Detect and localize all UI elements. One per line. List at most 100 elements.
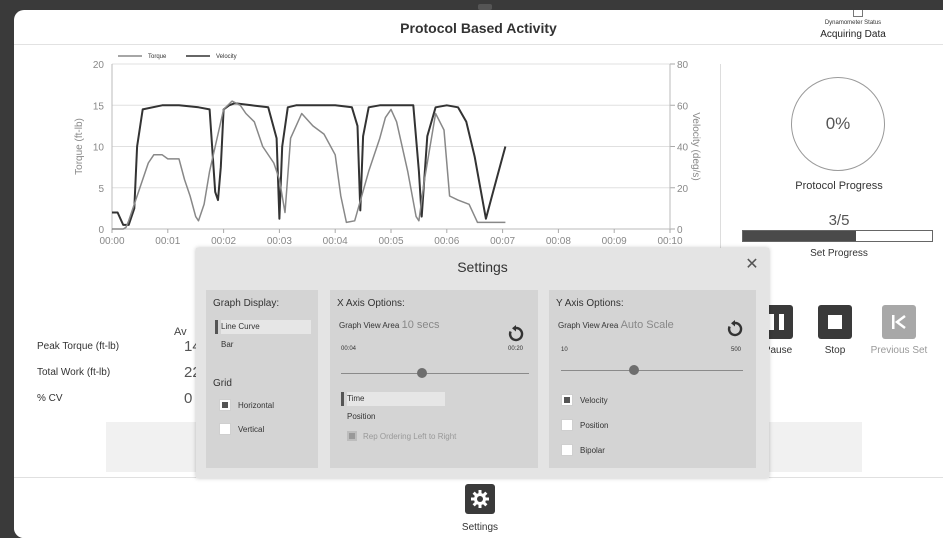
x-tick-label: 00:00 — [99, 236, 124, 246]
x-tick-label: 00:06 — [434, 236, 459, 246]
previous-set-label: Previous Set — [870, 345, 928, 356]
y-right-axis-label: Velocity (deg/s) — [690, 112, 701, 180]
y-bipolar-label: Bipolar — [580, 445, 605, 455]
y-right-tick-label: 20 — [677, 184, 689, 195]
y-bipolar-checkbox[interactable] — [561, 444, 573, 456]
grid-vertical-checkbox[interactable] — [219, 423, 231, 435]
stop-icon — [828, 315, 842, 329]
x-tick-label: 00:04 — [323, 236, 348, 246]
y-view-area: Graph View Area Auto Scale — [558, 319, 674, 331]
option-line-curve[interactable]: Line Curve — [215, 320, 311, 334]
settings-modal: Settings ✕ Graph Display: Line Curve Bar… — [196, 248, 769, 478]
metric-label-total-work: Total Work (ft-lb) — [37, 367, 111, 378]
grid-horizontal-row[interactable]: Horizontal — [219, 399, 274, 411]
y-left-tick-label: 20 — [93, 60, 105, 71]
close-icon[interactable]: ✕ — [743, 256, 761, 274]
metric-label-cv: % CV — [37, 393, 63, 404]
x-tick-label: 00:02 — [211, 236, 236, 246]
y-slider-min: 10 — [561, 347, 568, 353]
grid-horizontal-label: Horizontal — [238, 400, 275, 410]
dynamometer-status-value: Acquiring Data — [820, 29, 886, 40]
y-right-tick-label: 40 — [677, 143, 689, 154]
y-reset-icon[interactable] — [726, 320, 744, 338]
grid-vertical-row[interactable]: Vertical — [219, 423, 264, 435]
metrics-column-header: Av — [174, 326, 187, 338]
y-left-tick-label: 0 — [98, 225, 104, 236]
stop-button[interactable] — [818, 305, 852, 339]
x-slider-max: 00:20 — [508, 346, 524, 352]
y-velocity-checkbox[interactable] — [561, 394, 573, 406]
y-left-axis-label: Torque (ft-lb) — [74, 118, 85, 175]
x-axis-panel: X Axis Options: Graph View Area 10 secs … — [330, 290, 538, 468]
divider — [720, 64, 721, 259]
y-slider-thumb[interactable] — [628, 365, 639, 375]
y-position-row[interactable]: Position — [561, 419, 608, 431]
x-tick-label: 00:05 — [378, 236, 403, 246]
x-tick-label: 00:10 — [657, 236, 682, 246]
option-bar[interactable]: Bar — [221, 338, 233, 352]
x-view-area: Graph View Area 10 secs — [339, 319, 440, 331]
y-velocity-label: Velocity — [580, 395, 608, 405]
pin-icon — [853, 10, 863, 17]
x-tick-label: 00:01 — [155, 236, 180, 246]
y-position-label: Position — [580, 420, 609, 430]
graph-display-title: Graph Display: — [213, 298, 280, 309]
protocol-progress-circle: 0% — [791, 77, 885, 171]
previous-set-button[interactable] — [882, 305, 916, 339]
legend-label: Torque — [148, 54, 167, 60]
x-view-area-label: Graph View Area — [339, 321, 400, 330]
app-window: Protocol Based Activity Dynamometer Stat… — [14, 10, 943, 538]
y-right-tick-label: 80 — [677, 60, 689, 71]
gear-icon — [471, 490, 489, 508]
y-left-tick-label: 15 — [93, 101, 105, 112]
set-progress-label: Set Progress — [810, 248, 868, 259]
y-left-tick-label: 5 — [98, 184, 104, 195]
rep-ordering-checkbox[interactable] — [347, 431, 357, 441]
grid-horizontal-checkbox[interactable] — [219, 399, 231, 411]
x-tick-label: 00:03 — [267, 236, 292, 246]
y-left-tick-label: 10 — [93, 143, 105, 154]
protocol-progress-label: Protocol Progress — [795, 180, 883, 192]
x-slider-thumb[interactable] — [416, 368, 427, 378]
dynamometer-status-label: Dynamometer Status — [824, 20, 882, 26]
x-axis-title: X Axis Options: — [337, 298, 405, 309]
y-view-area-label: Graph View Area — [558, 321, 619, 330]
pause-icon — [768, 314, 784, 330]
y-position-checkbox[interactable] — [561, 419, 573, 431]
rep-ordering-label: Rep Ordering Left to Right — [363, 431, 457, 441]
x-tick-label: 00:08 — [546, 236, 571, 246]
x-slider-min: 00:04 — [341, 346, 357, 352]
grid-title: Grid — [213, 378, 232, 389]
y-slider-max: 500 — [731, 347, 742, 353]
y-slider-track[interactable] — [561, 370, 743, 371]
protocol-progress-percent: 0% — [825, 114, 851, 133]
y-right-tick-label: 0 — [677, 225, 683, 236]
legend-label: Velocity — [216, 54, 237, 60]
x-tick-label: 00:09 — [602, 236, 627, 246]
graph-display-panel: Graph Display: Line Curve Bar Grid Horiz… — [206, 290, 318, 468]
y-bipolar-row[interactable]: Bipolar — [561, 444, 605, 456]
series-line-torque — [112, 100, 506, 230]
x-reset-icon[interactable] — [507, 325, 525, 343]
grid-vertical-label: Vertical — [238, 424, 265, 434]
x-slider-track[interactable] — [341, 373, 529, 374]
x-tick-label: 00:07 — [490, 236, 515, 246]
modal-title: Settings — [457, 259, 508, 275]
skip-back-icon — [892, 315, 906, 329]
option-time[interactable]: Time — [341, 392, 445, 406]
set-progress-fill — [743, 231, 857, 241]
settings-label: Settings — [461, 522, 499, 533]
set-progress-bar — [742, 230, 933, 242]
option-position[interactable]: Position — [347, 410, 375, 424]
y-velocity-row[interactable]: Velocity — [561, 394, 608, 406]
metric-label-peak-torque: Peak Torque (ft-lb) — [37, 341, 120, 352]
rep-ordering-row[interactable]: Rep Ordering Left to Right — [347, 431, 456, 441]
y-right-tick-label: 60 — [677, 101, 689, 112]
y-view-area-value: Auto Scale — [620, 319, 674, 331]
torque-velocity-chart: 0 5 10 15 20 0 20 40 60 80 00:00 00:01 00:02 00:03 00:… — [74, 54, 701, 246]
header: Protocol Based Activity Dynamometer Stat… — [14, 10, 943, 45]
settings-button[interactable] — [465, 484, 495, 514]
metric-value-cv: 0 — [184, 390, 193, 407]
y-axis-title: Y Axis Options: — [556, 298, 624, 309]
y-axis-panel: Y Axis Options: Graph View Area Auto Sca… — [549, 290, 756, 468]
